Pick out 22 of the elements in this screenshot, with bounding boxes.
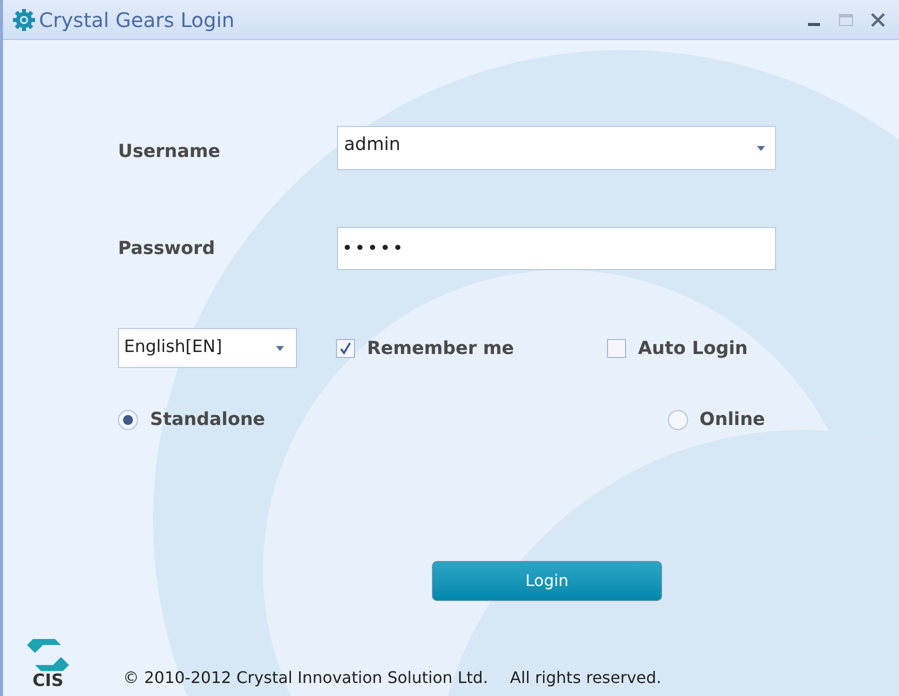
radio-label: Online <box>700 408 765 432</box>
username-label: Username <box>118 140 222 164</box>
checkbox-label: Remember me <box>367 336 514 360</box>
gear-icon <box>13 8 35 30</box>
cis-logo: CIS <box>23 635 73 690</box>
radio-label: Standalone <box>150 408 266 432</box>
checkbox[interactable] <box>336 338 355 358</box>
checkbox-label: Auto Login <box>638 336 748 360</box>
radio-button[interactable] <box>118 410 138 430</box>
username-combo-box[interactable]: admin <box>337 126 776 170</box>
password-label: Password <box>118 237 216 261</box>
rights-text: All rights reserved. <box>510 667 662 689</box>
close-icon[interactable] <box>871 12 885 26</box>
language-dropdown[interactable]: English[EN] <box>118 328 297 368</box>
caret-icon <box>276 346 284 350</box>
checkbox[interactable] <box>607 338 626 358</box>
language-value: English[EN] <box>124 336 224 360</box>
password-field[interactable]: ••••• <box>337 227 776 270</box>
caret-icon <box>757 146 765 150</box>
copyright-text: © 2010-2012 Crystal Innovation Solution Ltd. <box>123 667 488 689</box>
username-value: admin <box>344 132 402 156</box>
window-title: Crystal Gears Login <box>39 6 234 34</box>
